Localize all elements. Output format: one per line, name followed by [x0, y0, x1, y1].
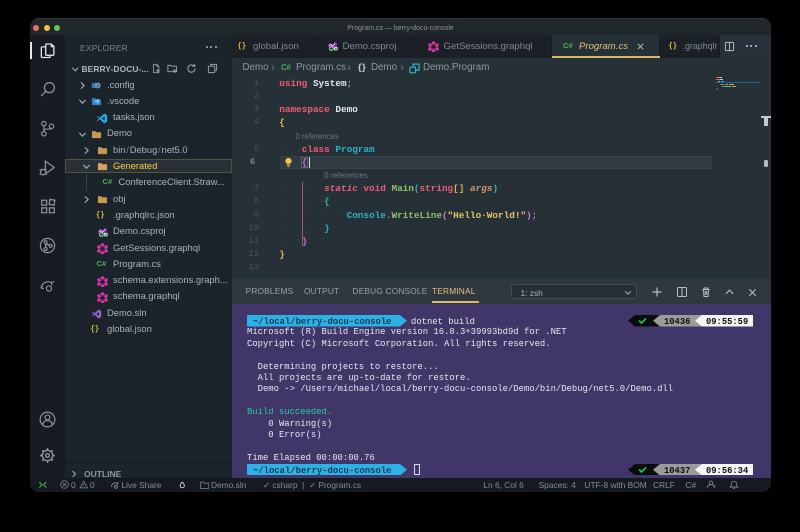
svg-text:10437: 10437 [664, 465, 690, 475]
svg-text:~/local/berry-docu-console: ~/local/berry-docu-console [253, 465, 391, 475]
svg-text:10436: 10436 [664, 317, 690, 327]
svg-text:09:55:59: 09:55:59 [706, 317, 748, 327]
svg-text:09:56:34: 09:56:34 [706, 465, 749, 475]
svg-text:~/local/berry-docu-console: ~/local/berry-docu-console [253, 317, 391, 327]
